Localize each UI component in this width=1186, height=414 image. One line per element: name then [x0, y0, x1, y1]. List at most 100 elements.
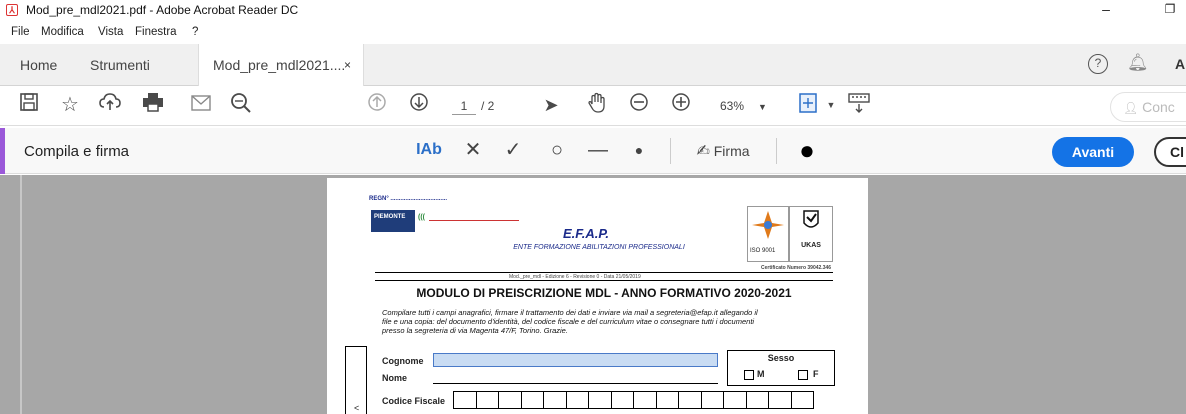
fill-sign-toolbar: Compila e firma IAb ✕ ✓ ○ — ● ✍︎ Firma ●… [0, 128, 1186, 174]
page-number-input[interactable] [452, 97, 476, 115]
tab-document[interactable]: Mod_pre_mdl2021.... × [198, 44, 364, 87]
menu-file[interactable]: File [11, 26, 30, 38]
check-mark-icon[interactable]: ✓ [500, 138, 526, 162]
side-label-box: < [345, 346, 367, 414]
form-heading: MODULO DI PREISCRIZIONE MDL - ANNO FORMA… [416, 286, 792, 300]
side-label-glyph: < [354, 403, 360, 413]
menu-bar: File Modifica Vista Finestra ? [0, 20, 1186, 42]
account-label[interactable]: A [1175, 56, 1185, 72]
sex-m-checkbox[interactable] [744, 370, 754, 380]
window-title: Mod_pre_mdl2021.pdf - Adobe Acrobat Read… [26, 3, 299, 17]
zoom-in-icon[interactable] [668, 92, 694, 118]
cert-number: Certificato Numero 39042.346 [761, 265, 832, 271]
codice-fiscale-cell[interactable] [723, 391, 747, 409]
bookmark-star-icon[interactable]: ☆ [57, 92, 83, 118]
codice-fiscale-cell[interactable] [588, 391, 612, 409]
cross-mark-icon[interactable]: ✕ [460, 138, 486, 162]
instructions-line-1: Compilare tutti i campi anagrafici, firm… [382, 308, 758, 317]
add-text-icon[interactable]: IAb [412, 138, 446, 162]
line-icon[interactable]: — [585, 138, 611, 162]
logo-stripes: ((( [418, 214, 425, 221]
codice-fiscale-cell[interactable] [768, 391, 792, 409]
codice-fiscale-cell[interactable] [520, 391, 544, 409]
zoom-select[interactable]: 63% ▼ [720, 99, 767, 113]
hand-tool-icon[interactable] [584, 92, 610, 118]
main-toolbar: ☆ / 2 ➤ 63% ▼ ▼ 👤︎ Conc [0, 86, 1186, 126]
close-button[interactable]: Cl [1154, 137, 1186, 167]
sign-button[interactable]: ✍︎ Firma [688, 138, 758, 165]
pdf-page[interactable]: REGN° ..................................… [327, 178, 868, 414]
circle-icon[interactable]: ○ [544, 138, 570, 162]
tab-tools[interactable]: Strumenti [90, 44, 150, 86]
codice-fiscale-cell[interactable] [700, 391, 724, 409]
pen-sign-icon: ✍︎ [696, 143, 710, 160]
codice-fiscale-cell[interactable] [498, 391, 522, 409]
sign-label: Firma [713, 143, 750, 159]
nome-field[interactable] [433, 383, 718, 384]
logo-line [429, 220, 519, 221]
tab-document-label: Mod_pre_mdl2021.... [213, 57, 346, 73]
tab-home[interactable]: Home [20, 44, 57, 86]
chevron-down-icon[interactable]: ▼ [818, 92, 844, 118]
menu-vista[interactable]: Vista [98, 26, 123, 38]
print-icon[interactable] [140, 92, 166, 118]
select-cursor-icon[interactable]: ➤ [538, 92, 564, 118]
tab-bar: Home Strumenti Mod_pre_mdl2021.... × ? 🔔… [0, 44, 1186, 87]
color-picker-dot[interactable]: ● [792, 137, 822, 163]
fill-sign-title: Compila e firma [24, 143, 130, 160]
codice-fiscale-cell[interactable] [453, 391, 477, 409]
menu-finestra[interactable]: Finestra [135, 26, 177, 38]
upload-cloud-icon[interactable] [97, 92, 123, 118]
comment-label: Conc [1142, 99, 1175, 115]
codice-fiscale-cell[interactable] [565, 391, 589, 409]
codice-fiscale-field[interactable] [453, 391, 814, 409]
menu-modifica[interactable]: Modifica [41, 26, 84, 38]
header-rule [375, 272, 833, 273]
header-rule-bottom [375, 280, 833, 281]
efap-subtitle: ENTE FORMAZIONE ABILITAZIONI PROFESSIONA… [513, 244, 685, 251]
previous-page-icon[interactable] [364, 92, 390, 118]
separator [776, 138, 777, 164]
codice-fiscale-cell[interactable] [610, 391, 634, 409]
comment-button[interactable]: 👤︎ Conc [1110, 92, 1186, 122]
page-total: / 2 [481, 99, 495, 113]
piemonte-logo: PIEMONTE [371, 210, 415, 232]
codice-fiscale-cell[interactable] [543, 391, 567, 409]
search-zoom-icon[interactable] [228, 92, 254, 118]
codice-fiscale-cell[interactable] [475, 391, 499, 409]
dot-icon[interactable]: ● [626, 138, 652, 162]
chevron-down-icon: ▼ [758, 102, 767, 112]
keyboard-scroll-icon[interactable] [846, 92, 872, 118]
ukas-logo: UKAS [789, 206, 833, 262]
save-icon[interactable] [16, 92, 42, 118]
bell-icon[interactable]: 🔔︎ [1127, 53, 1149, 73]
restore-button[interactable]: ❐ [1150, 2, 1186, 16]
fill-sign-accent [0, 128, 5, 174]
codice-fiscale-label: Codice Fiscale [382, 396, 446, 406]
codice-fiscale-cell[interactable] [790, 391, 814, 409]
next-page-icon[interactable] [406, 92, 432, 118]
nome-label: Nome [382, 373, 408, 383]
codice-fiscale-cell[interactable] [678, 391, 702, 409]
efap-title: E.F.A.P. [562, 226, 609, 241]
instructions-line-2: file e una copia: del documento d'identi… [382, 317, 755, 326]
email-icon[interactable] [188, 92, 214, 118]
sex-f-checkbox[interactable] [798, 370, 808, 380]
codice-fiscale-cell[interactable] [633, 391, 657, 409]
left-panel-divider [20, 175, 22, 414]
zoom-out-icon[interactable] [626, 92, 652, 118]
next-button[interactable]: Avanti [1052, 137, 1134, 167]
sex-f-label: F [813, 369, 819, 379]
minimize-button[interactable]: – [1086, 1, 1126, 17]
instructions: Compilare tutti i campi anagrafici, firm… [382, 308, 842, 335]
zoom-value: 63% [720, 99, 745, 113]
help-icon[interactable]: ? [1088, 54, 1108, 74]
sex-m-label: M [757, 369, 765, 379]
close-tab-icon[interactable]: × [344, 44, 351, 86]
acrobat-app-icon: ⅄ [6, 4, 18, 16]
cognome-field[interactable] [433, 353, 718, 367]
codice-fiscale-cell[interactable] [745, 391, 769, 409]
menu-help[interactable]: ? [192, 26, 198, 38]
cognome-label: Cognome [382, 356, 424, 366]
codice-fiscale-cell[interactable] [655, 391, 679, 409]
